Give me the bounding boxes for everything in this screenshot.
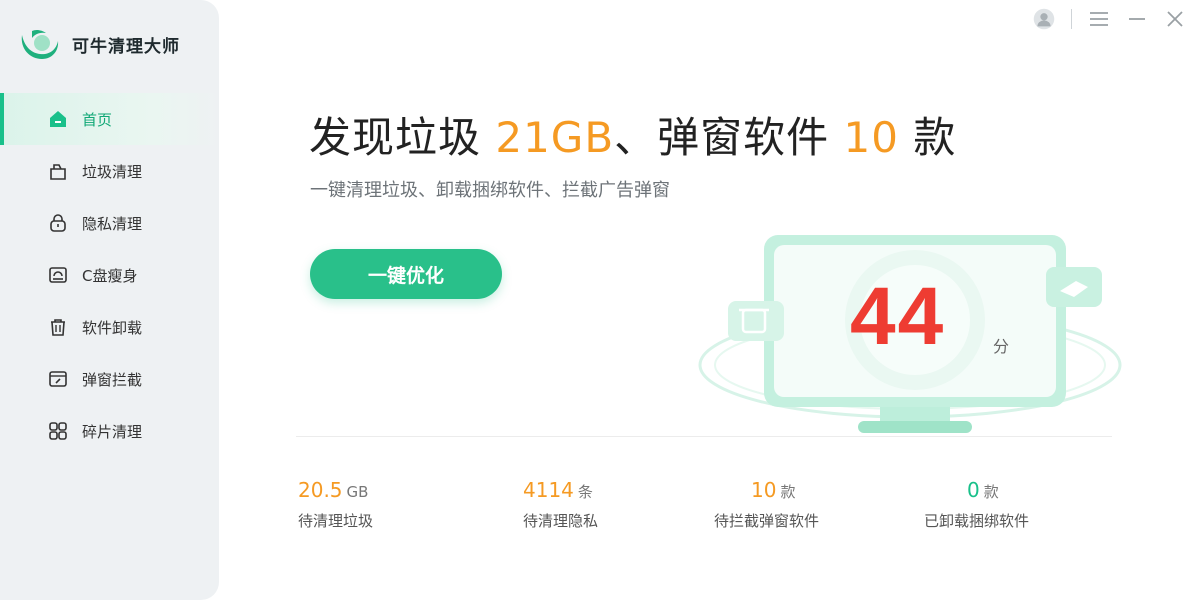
app-brand: 可牛清理大师 [18,24,180,64]
sidebar-item-uninstall[interactable]: 软件卸载 [0,301,219,353]
stat-unit: 款 [983,483,999,501]
user-avatar-icon[interactable] [1033,8,1055,30]
one-click-optimize-button[interactable]: 一键优化 [310,249,502,299]
headline-mid: 、弹窗软件 [614,113,844,162]
health-score-unit: 分 [993,337,1010,356]
stat-uninstalled: 0款 已卸载捆绑软件 [924,478,1029,531]
window-controls [1033,6,1186,32]
menu-icon[interactable] [1088,8,1110,30]
sidebar-item-label: 碎片清理 [82,422,143,441]
sidebar-item-label: C盘瘦身 [82,266,138,285]
page-subtitle: 一键清理垃圾、卸载捆绑软件、拦截广告弹窗 [310,180,670,201]
stat-value: 0 [967,478,980,502]
stat-privacy: 4114 条 待清理隐私 [523,478,598,531]
sidebar-item-label: 首页 [82,110,113,129]
junk-size-highlight: 21GB [495,113,615,162]
stat-unit: GB [346,483,369,501]
popup-block-icon [46,367,70,391]
sidebar-item-home[interactable]: 首页 [0,93,219,145]
grid-icon [46,419,70,443]
sidebar-item-junk-clean[interactable]: 垃圾清理 [0,145,219,197]
sidebar-nav: 首页 垃圾清理 隐私清理 C盘瘦身 软件卸载 弹窗拦截 碎片清理 [0,93,219,457]
stat-label: 待清理垃圾 [298,512,374,530]
page-headline: 发现垃圾 21GB、弹窗软件 10 款 [309,104,956,165]
stat-unit: 条 [577,483,593,501]
drive-icon [46,263,70,287]
sidebar-item-fragment-clean[interactable]: 碎片清理 [0,405,219,457]
app-name: 可牛清理大师 [72,36,180,57]
trash-can-icon [46,315,70,339]
stat-value: 20.5 [298,478,343,502]
sidebar-item-privacy-clean[interactable]: 隐私清理 [0,197,219,249]
health-score: 44 [850,271,946,362]
close-icon[interactable] [1164,8,1186,30]
separator [1071,9,1072,29]
stat-value: 10 [751,478,777,502]
sidebar-item-label: 软件卸载 [82,318,143,337]
headline-prefix: 发现垃圾 [309,113,496,162]
headline-suffix: 款 [898,113,957,162]
divider [296,436,1112,437]
trash-bag-icon [46,159,70,183]
popup-count-highlight: 10 [843,113,899,162]
stat-popups: 10 款 待拦截弹窗软件 [714,478,819,531]
sidebar-item-label: 垃圾清理 [82,162,143,181]
home-icon [46,107,70,131]
sidebar: 可牛清理大师 首页 垃圾清理 隐私清理 C盘瘦身 软件卸载 弹窗拦截 碎片清理 [0,0,219,600]
stat-value: 4114 [523,478,574,502]
stat-label: 已卸载捆绑软件 [924,512,1030,530]
stat-label: 待拦截弹窗软件 [714,512,820,530]
sidebar-item-label: 隐私清理 [82,214,143,233]
sidebar-item-popup-block[interactable]: 弹窗拦截 [0,353,219,405]
lock-icon [46,211,70,235]
stat-label: 待清理隐私 [523,512,599,530]
stat-unit: 款 [780,483,796,501]
minimize-icon[interactable] [1126,8,1148,30]
sidebar-item-label: 弹窗拦截 [82,370,143,389]
stat-junk: 20.5 GB 待清理垃圾 [298,478,373,531]
app-logo-icon [18,25,62,63]
sidebar-item-c-drive-slim[interactable]: C盘瘦身 [0,249,219,301]
